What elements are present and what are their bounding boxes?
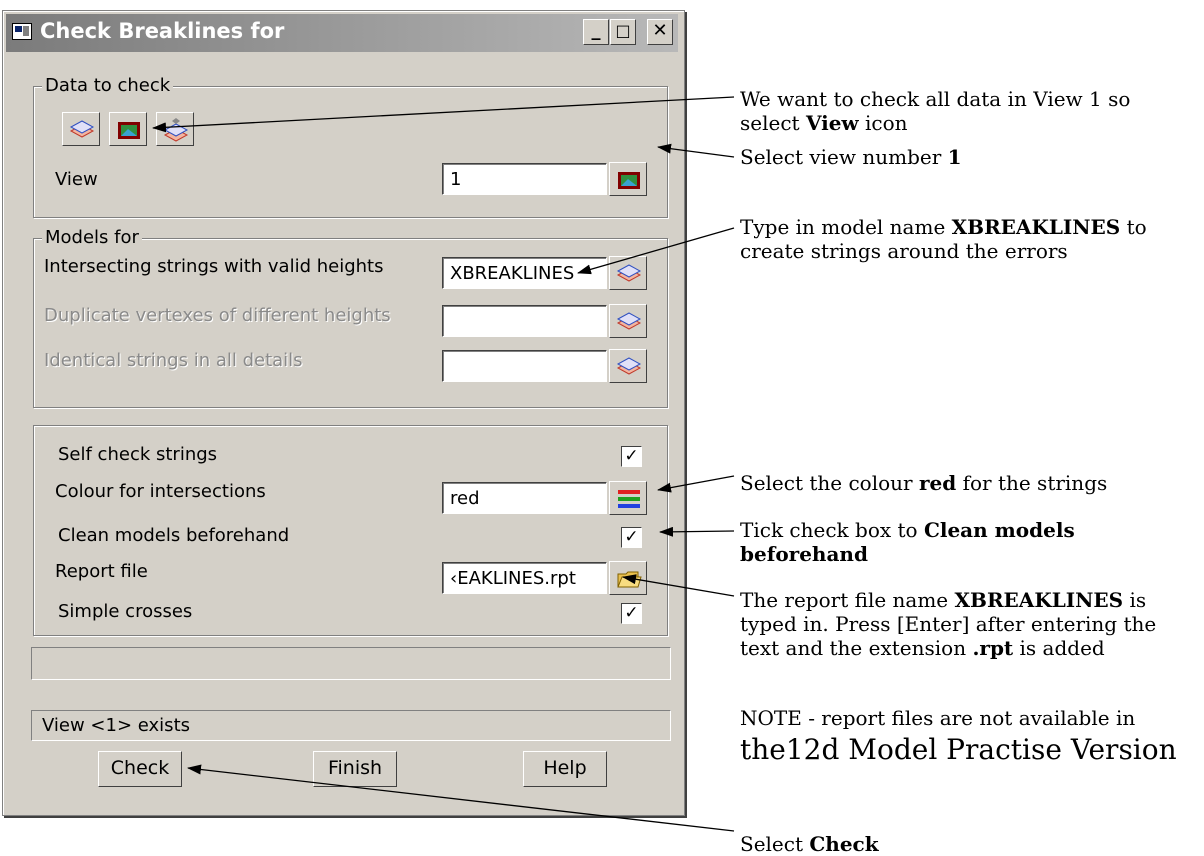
stacked-layers-icon: [163, 118, 189, 142]
view-number-field[interactable]: 1: [442, 163, 607, 195]
note-model-name: Type in model name XBREAKLINES to create…: [740, 215, 1147, 263]
simple-crosses-checkbox[interactable]: ✓: [621, 603, 642, 624]
layers-icon: [616, 357, 642, 375]
title-bar[interactable]: Check Breaklines for _ □ ✕: [6, 14, 678, 52]
folder-icon: [617, 571, 642, 588]
close-button[interactable]: ✕: [647, 19, 673, 45]
models-for-group: Models for Intersecting strings with val…: [33, 227, 668, 408]
data-to-check-group: Data to check View 1: [33, 75, 668, 218]
simple-crosses-label: Simple crosses: [58, 601, 193, 622]
identical-model-pick-button[interactable]: [609, 349, 647, 383]
identical-strings-label: Identical strings in all details: [44, 350, 303, 371]
report-file-label: Report file: [55, 561, 148, 582]
colour-label: Colour for intersections: [55, 481, 266, 502]
maximize-button[interactable]: □: [610, 19, 636, 45]
colour-bars-icon: [618, 490, 640, 508]
progress-bar: [31, 647, 671, 680]
intersecting-model-pick-button[interactable]: [609, 256, 647, 290]
layers-icon: [69, 120, 95, 138]
view-label: View: [55, 169, 98, 190]
self-check-checkbox[interactable]: ✓: [621, 446, 642, 467]
app-icon: [12, 23, 32, 40]
view-select-button[interactable]: [109, 112, 147, 146]
data-to-check-label: Data to check: [42, 75, 174, 96]
minimize-button[interactable]: _: [583, 19, 609, 45]
clean-models-label: Clean models beforehand: [58, 525, 290, 546]
options-group: Self check strings ✓ Colour for intersec…: [33, 425, 668, 636]
duplicate-vertexes-label: Duplicate vertexes of different heights: [44, 305, 391, 326]
help-button[interactable]: Help: [523, 751, 607, 787]
finish-button[interactable]: Finish: [313, 751, 397, 787]
layers-icon: [616, 312, 642, 330]
note-view-number: Select view number 1: [740, 145, 962, 169]
duplicate-model-pick-button[interactable]: [609, 304, 647, 338]
note-report-file: The report file name XBREAKLINES is type…: [740, 588, 1157, 660]
view-icon: [118, 122, 140, 139]
duplicate-vertexes-model-field[interactable]: [442, 305, 607, 337]
all-models-button[interactable]: [156, 112, 194, 146]
layers-icon: [616, 264, 642, 282]
models-for-label: Models for: [42, 227, 142, 248]
identical-strings-model-field[interactable]: [442, 350, 607, 382]
note-colour: Select the colour red for the strings: [740, 471, 1108, 495]
status-message: View <1> exists: [31, 710, 671, 741]
view-pick-button[interactable]: [609, 162, 647, 196]
check-button[interactable]: Check: [98, 751, 182, 787]
colour-field[interactable]: red: [442, 482, 607, 514]
window-title: Check Breaklines for: [40, 19, 285, 43]
note-check: Select Check: [740, 832, 879, 856]
model-select-button[interactable]: [62, 112, 100, 146]
note-practise-version: NOTE - report files are not available in…: [740, 706, 1177, 766]
colour-pick-button[interactable]: [609, 481, 647, 515]
intersecting-strings-label: Intersecting strings with valid heights: [44, 256, 384, 277]
check-breaklines-dialog: Check Breaklines for _ □ ✕ Data to check…: [2, 10, 685, 816]
report-file-field[interactable]: ‹EAKLINES.rpt: [442, 562, 607, 594]
view-icon: [618, 172, 640, 189]
note-clean-models: Tick check box to Clean models beforehan…: [740, 518, 1075, 566]
note-view-icon: We want to check all data in View 1 so s…: [740, 87, 1131, 135]
self-check-label: Self check strings: [58, 444, 218, 465]
report-file-browse-button[interactable]: [609, 561, 647, 595]
clean-models-checkbox[interactable]: ✓: [621, 527, 642, 548]
intersecting-strings-model-field[interactable]: XBREAKLINES: [442, 257, 607, 289]
